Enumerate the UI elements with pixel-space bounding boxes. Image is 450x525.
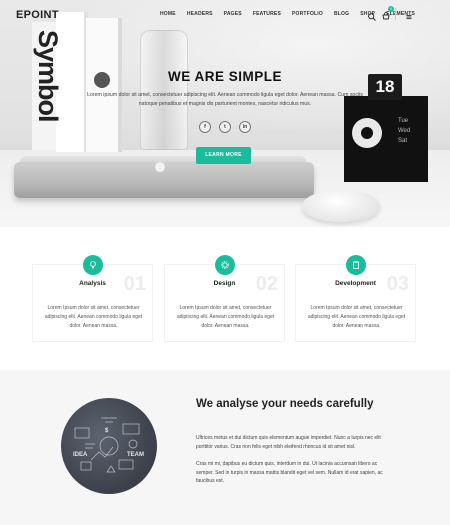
glass-bottle-image: [140, 30, 188, 150]
menu-item-blog[interactable]: BLOG: [334, 11, 349, 17]
hamburger-menu-icon[interactable]: [404, 9, 414, 20]
menu-item-home[interactable]: HOME: [160, 11, 176, 17]
calendar-text: Tue: [398, 118, 409, 124]
calendar-dial: [352, 118, 382, 148]
chalk-label: IDEA: [73, 452, 88, 458]
hero-title: WE ARE SIMPLE: [167, 69, 282, 84]
hero-section: Symbol 18 Tue Wed Sat EPOINT HOME HEADER…: [0, 0, 450, 227]
chalk-label: $: [105, 428, 109, 434]
social-links: f t in: [199, 121, 251, 133]
clipboard-icon: [346, 255, 366, 275]
chalkboard-image: IDEA TEAM $: [61, 398, 157, 494]
card-title: Analysis: [79, 280, 106, 287]
twitter-icon[interactable]: t: [219, 121, 231, 133]
analyse-paragraph-1: Ultrices metus et dui dictum quis elemen…: [196, 435, 381, 450]
facebook-icon[interactable]: f: [199, 121, 211, 133]
services-section: 01 Analysis Lorem Ipsum dolor sit amet, …: [0, 227, 450, 370]
card-text: Lorem Ipsum dolor sit amet, consectetuer…: [176, 305, 275, 329]
calendar-text: Sat: [398, 138, 408, 144]
site-logo[interactable]: EPOINT: [16, 9, 59, 21]
menu-item-portfolio[interactable]: PORTFOLIO: [292, 11, 323, 17]
learn-more-button[interactable]: LEARN MORE: [196, 147, 251, 164]
analyse-section: IDEA TEAM $ We analyse your needs carefu…: [0, 370, 450, 525]
calendar-text: Wed: [398, 128, 411, 134]
cart-count-badge: 0: [388, 6, 394, 12]
service-card-analysis: 01 Analysis Lorem Ipsum dolor sit amet, …: [32, 255, 153, 342]
mouse-image: [302, 190, 380, 222]
analyse-paragraph-2: Cras mi mi, dapibus eu dictum quis, inte…: [196, 461, 383, 484]
service-card-design: 02 Design Lorem Ipsum dolor sit amet, co…: [164, 255, 285, 342]
gear-icon: [215, 255, 235, 275]
card-title: Design: [213, 280, 236, 287]
hero-subtitle: Lorem ipsum dolor sit amet, consectetuer…: [87, 92, 363, 107]
linkedin-icon[interactable]: in: [239, 121, 251, 133]
search-icon[interactable]: [367, 9, 377, 21]
laptop-logo: [155, 162, 165, 172]
chalk-label: TEAM: [127, 452, 144, 458]
analyse-title: We analyse your needs carefully: [196, 398, 374, 410]
nav-divider: [395, 8, 396, 20]
menu-item-pages[interactable]: PAGES: [224, 11, 242, 17]
card-text: Lorem Ipsum dolor sit amet, consectetuer…: [307, 305, 406, 329]
lightbulb-icon: [83, 255, 103, 275]
top-navigation: EPOINT HOME HEADERS PAGES FEATURES PORTF…: [0, 0, 450, 28]
card-title: Development: [335, 280, 376, 287]
menu-item-features[interactable]: FEATURES: [253, 11, 281, 17]
service-card-development: 03 Development Lorem Ipsum dolor sit ame…: [295, 255, 416, 342]
menu-item-headers[interactable]: HEADERS: [187, 11, 213, 17]
card-text: Lorem Ipsum dolor sit amet, consectetuer…: [44, 305, 143, 329]
